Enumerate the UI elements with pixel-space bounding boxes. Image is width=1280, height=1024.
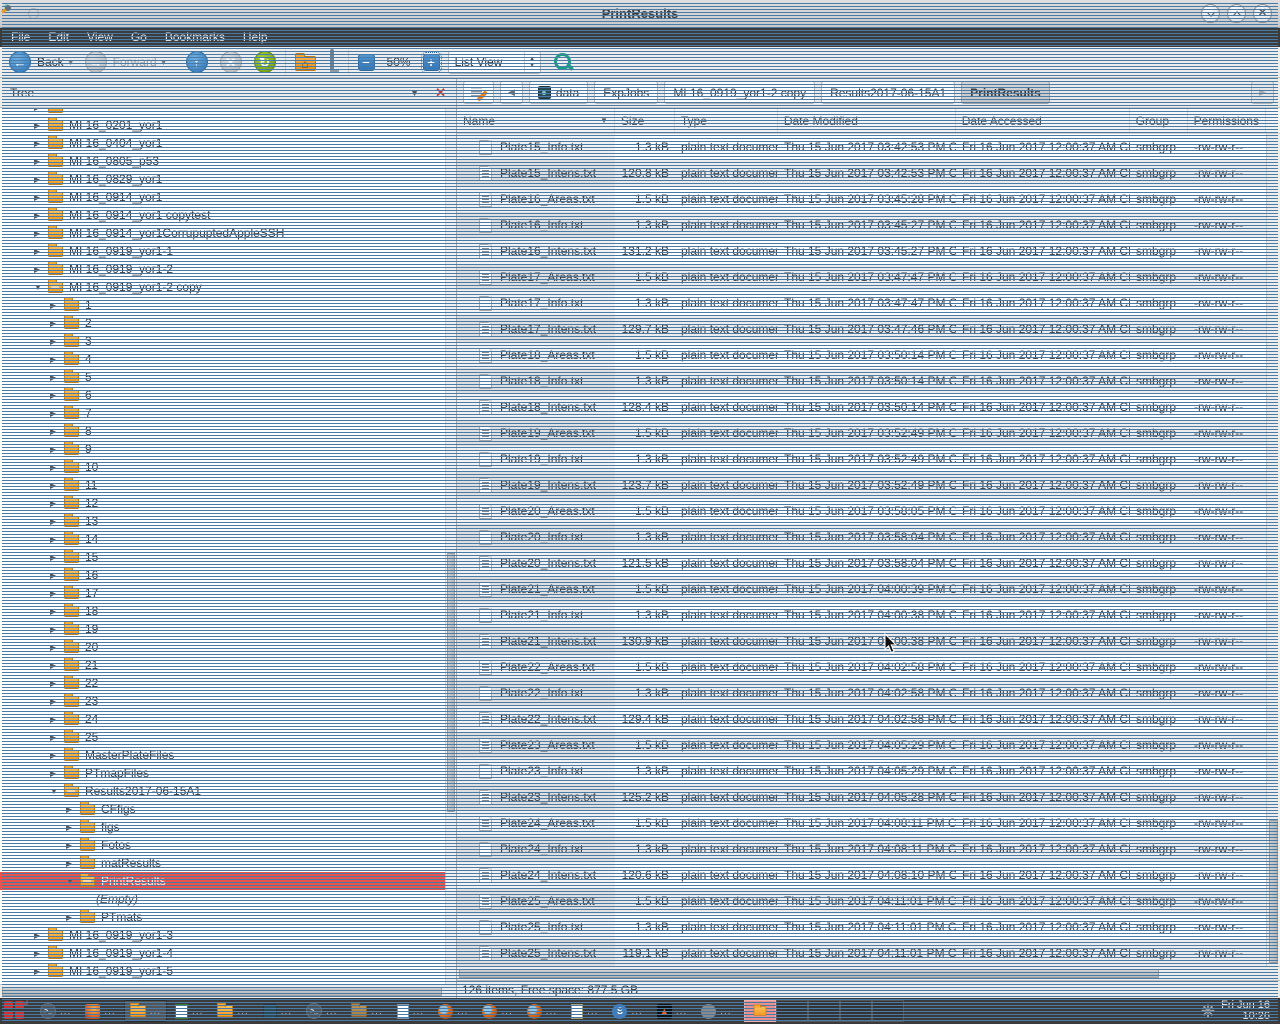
taskbar-buttons: >_..................>_..................… bbox=[34, 1000, 738, 1022]
file-manager-window: PrintResults ✕ FileEditViewGoBookmarksHe… bbox=[0, 0, 1280, 1024]
taskbar-button-text-document[interactable]: ... bbox=[391, 1000, 430, 1022]
taskbar: >_..................>_..................… bbox=[0, 998, 1280, 1024]
window-preview-icon bbox=[753, 1006, 766, 1016]
text-document-icon bbox=[397, 1004, 409, 1019]
